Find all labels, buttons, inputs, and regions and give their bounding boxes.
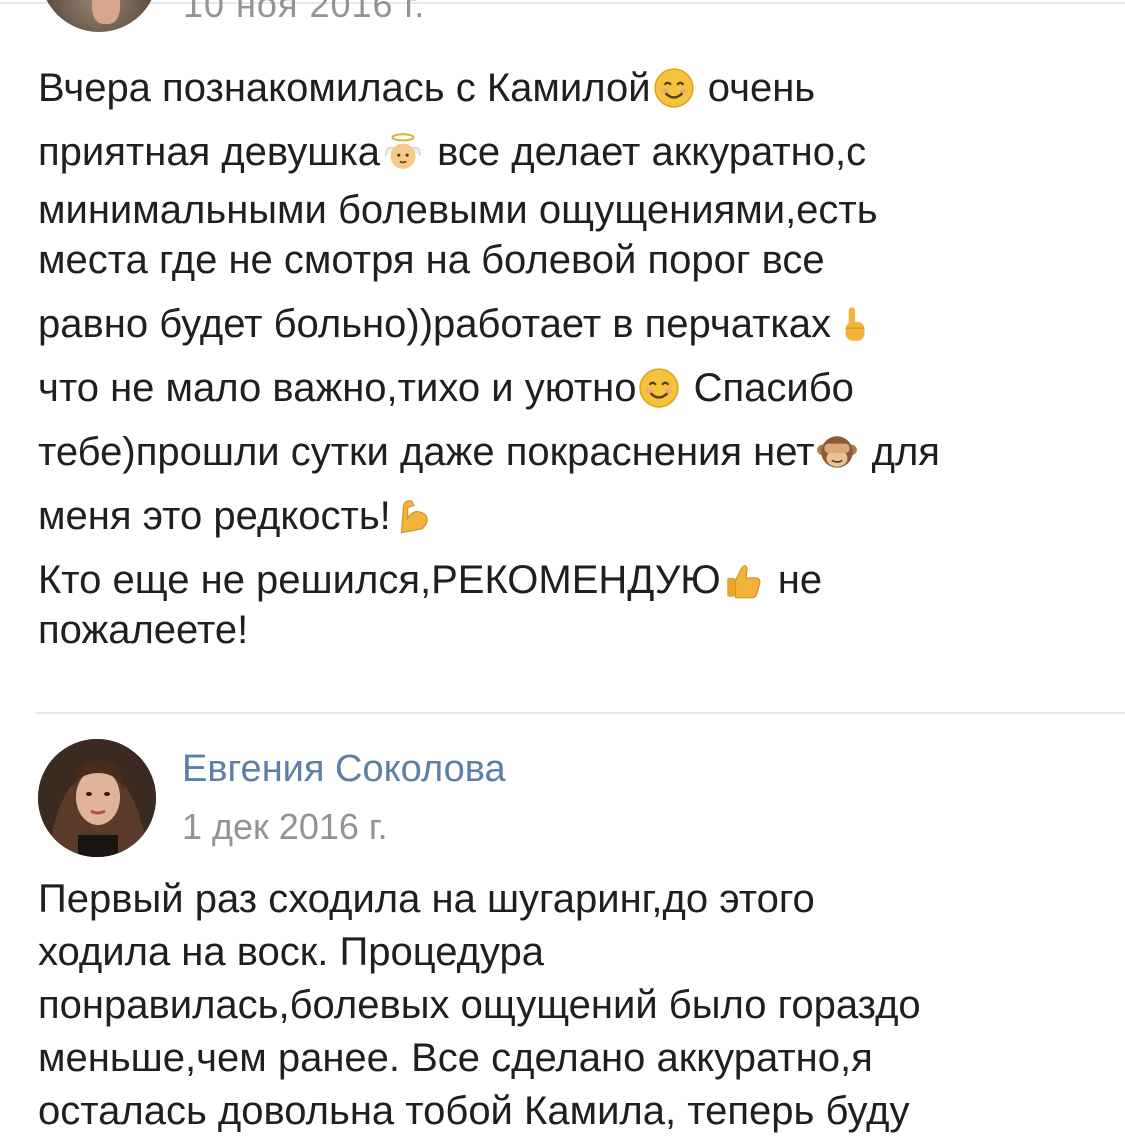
see-no-evil-monkey-icon bbox=[817, 436, 858, 468]
smiling-face-icon bbox=[639, 368, 680, 408]
post-text-line: пожалеете! bbox=[38, 608, 249, 652]
post-text-line: все делает аккуратно,с bbox=[426, 130, 867, 174]
post-text-line: равно будет больно))работает в перчатках bbox=[38, 302, 832, 346]
post-text-line: Кто еще не решился,РЕКОМЕНДУЮ bbox=[38, 558, 721, 602]
post-text-line: меня это редкость! bbox=[38, 494, 391, 538]
post-text-line: минимальными болевыми ощущениями,есть bbox=[38, 188, 878, 232]
post-text-line: что не мало важно,тихо и уютно bbox=[38, 366, 637, 410]
post-text-line: приятная девушка bbox=[38, 130, 381, 174]
author-name-link[interactable]: Евгения Соколова bbox=[182, 748, 506, 791]
post-text: Вчера познакомилась с Камилой очень прия… bbox=[38, 63, 1098, 655]
top-divider bbox=[0, 2, 1125, 4]
post-date: 1 дек 2016 г. bbox=[182, 806, 388, 847]
post-divider bbox=[36, 712, 1125, 714]
post-text-line: места где не смотря на болевой порог все bbox=[38, 238, 825, 282]
thumbs-up-icon bbox=[726, 565, 761, 599]
post-date: 10 ноя 2016 г. bbox=[183, 0, 426, 25]
post-text-line: очень bbox=[696, 66, 816, 110]
post-text-line: для bbox=[860, 430, 940, 474]
post-text-line: понравилась,болевых ощущений было горазд… bbox=[38, 983, 921, 1027]
post-text-line: не bbox=[766, 558, 823, 602]
post-text: Первый раз сходила на шугаринг,до этого … bbox=[38, 873, 1098, 1138]
smiling-face-icon bbox=[653, 68, 694, 108]
post-text-line: ходила на воск. Процедура bbox=[38, 930, 544, 974]
avatar-photo-icon bbox=[38, 739, 156, 857]
post-text-line: меньше,чем ранее. Все сделано аккуратно,… bbox=[38, 1036, 873, 1080]
avatar[interactable] bbox=[40, 0, 158, 32]
post-text-line: Первый раз сходила на шугаринг,до этого bbox=[38, 877, 815, 921]
post-text-line: Вчера познакомилась с Камилой bbox=[38, 66, 651, 110]
post-text-line: Спасибо bbox=[682, 366, 854, 410]
flexed-biceps-icon bbox=[400, 500, 428, 534]
angel-baby-icon bbox=[385, 133, 421, 169]
avatar[interactable] bbox=[38, 739, 156, 857]
pointing-down-icon bbox=[845, 307, 865, 341]
post-text-line: тебе)прошли сутки даже покраснения нет bbox=[38, 430, 815, 474]
post-text-line: осталась довольна тобой Камила, теперь б… bbox=[38, 1089, 910, 1133]
